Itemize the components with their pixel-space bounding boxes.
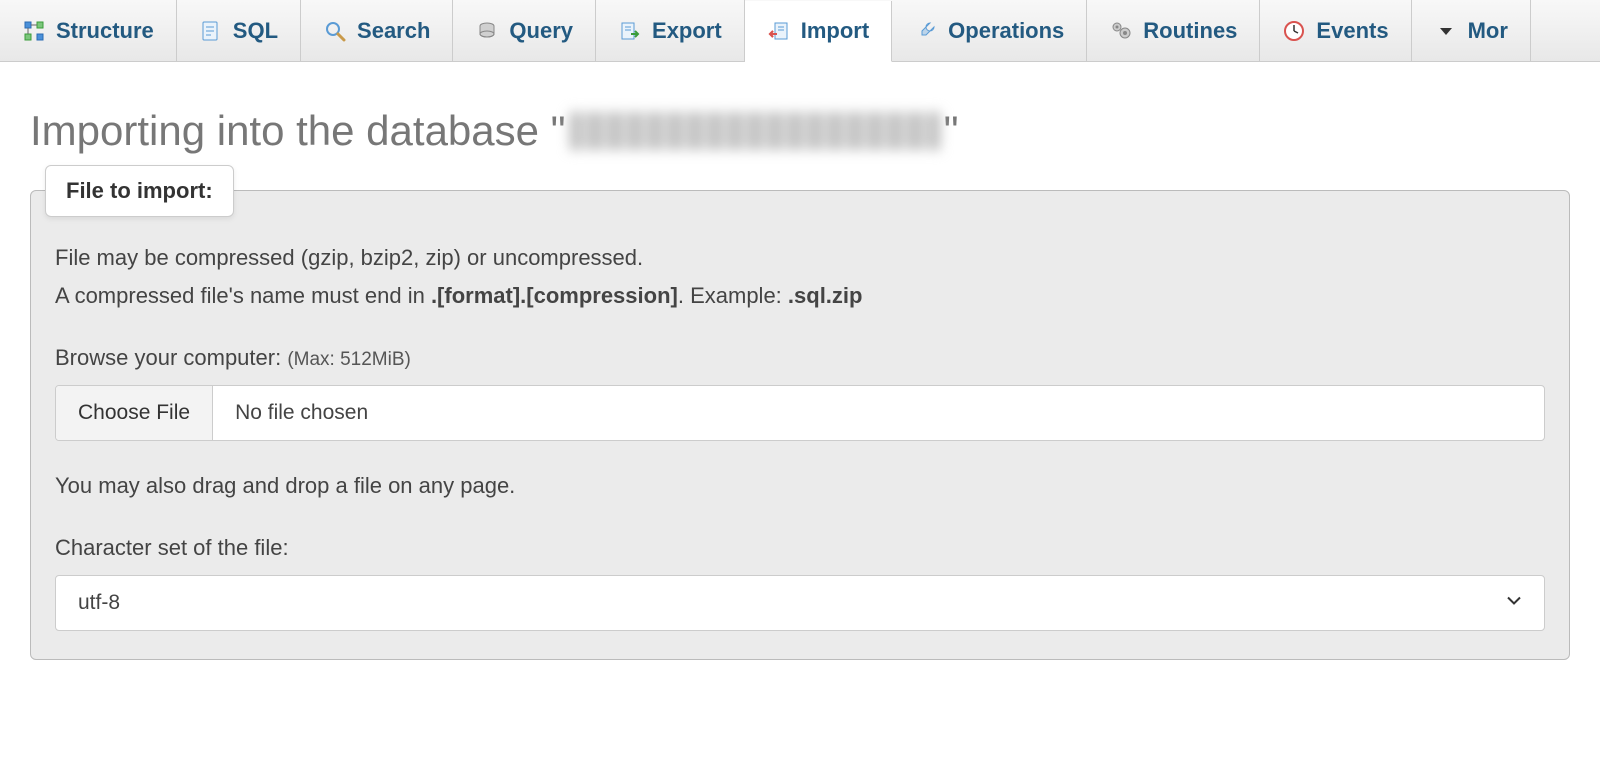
tab-label: SQL xyxy=(233,18,278,44)
fieldset-legend: File to import: xyxy=(45,165,234,217)
tab-label: Structure xyxy=(56,18,154,44)
choose-file-button[interactable]: Choose File xyxy=(56,386,213,440)
tab-structure[interactable]: Structure xyxy=(0,0,177,61)
events-icon xyxy=(1282,19,1306,43)
more-icon xyxy=(1434,19,1458,43)
page-title-prefix: Importing into the database " xyxy=(30,107,566,155)
structure-icon xyxy=(22,19,46,43)
sql-icon xyxy=(199,19,223,43)
search-icon xyxy=(323,19,347,43)
tab-label: Export xyxy=(652,18,722,44)
tab-operations[interactable]: Operations xyxy=(892,0,1087,61)
tab-more[interactable]: Mor xyxy=(1412,0,1531,61)
tab-label: Routines xyxy=(1143,18,1237,44)
help-text-filename-format: A compressed file's name must end in .[f… xyxy=(55,279,1545,313)
charset-select[interactable]: utf-8 xyxy=(55,575,1545,631)
tab-label: Operations xyxy=(948,18,1064,44)
page-title-suffix: " xyxy=(944,107,959,155)
tab-label: Import xyxy=(801,18,869,44)
tab-label: Query xyxy=(509,18,573,44)
tab-search[interactable]: Search xyxy=(301,0,453,61)
operations-icon xyxy=(914,19,938,43)
tab-routines[interactable]: Routines xyxy=(1087,0,1260,61)
database-name-redacted xyxy=(570,112,940,150)
help-text-compressed: File may be compressed (gzip, bzip2, zip… xyxy=(55,241,1545,275)
top-tab-bar: Structure SQL Search xyxy=(0,0,1600,62)
drag-drop-hint: You may also drag and drop a file on any… xyxy=(55,469,1545,503)
tab-import[interactable]: Import xyxy=(745,1,892,62)
chevron-down-icon xyxy=(1504,591,1524,616)
routines-icon xyxy=(1109,19,1133,43)
charset-label: Character set of the file: xyxy=(55,535,1545,561)
tab-label: Search xyxy=(357,18,430,44)
browse-computer-label: Browse your computer: (Max: 512MiB) xyxy=(55,345,1545,371)
tab-query[interactable]: Query xyxy=(453,0,596,61)
import-icon xyxy=(767,19,791,43)
export-icon xyxy=(618,19,642,43)
tab-sql[interactable]: SQL xyxy=(177,0,301,61)
tab-label: Events xyxy=(1316,18,1388,44)
file-chosen-text: No file chosen xyxy=(213,386,1544,440)
tab-events[interactable]: Events xyxy=(1260,0,1411,61)
tab-export[interactable]: Export xyxy=(596,0,745,61)
tab-label: Mor xyxy=(1468,18,1508,44)
page-title: Importing into the database " " xyxy=(30,107,1570,155)
query-icon xyxy=(475,19,499,43)
file-picker[interactable]: Choose File No file chosen xyxy=(55,385,1545,441)
page-title-area: Importing into the database " " xyxy=(0,62,1600,190)
charset-select-value: utf-8 xyxy=(78,591,1522,615)
file-to-import-fieldset: File to import: File may be compressed (… xyxy=(30,190,1570,660)
